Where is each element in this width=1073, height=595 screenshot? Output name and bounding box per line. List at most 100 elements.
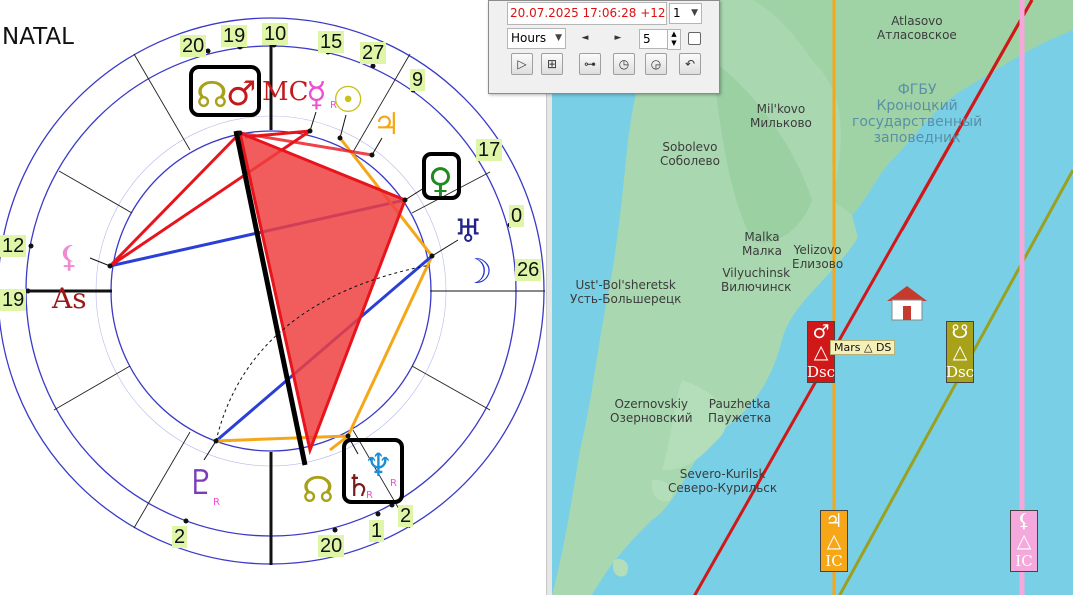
multiplier-dropdown[interactable]: 1 ▼ [669,3,702,24]
degree-label-mc-a: 10 [262,23,289,45]
place-name: Ust'-Bol'sheretsk [575,278,676,292]
degree-label-d12: 12 [0,235,27,257]
place-atlasovo[interactable]: Atlasovo Атласовское [877,14,957,42]
pluto-glyph[interactable]: ♇ [186,463,216,503]
degree-label-d17: 17 [476,139,503,161]
mars-glyph[interactable]: ♂ [226,74,256,114]
unit-value: Hours [511,31,547,45]
degree-label-d15: 15 [318,31,345,53]
natal-chart-pane: ☊ ♂ MC ☿ R ☉ ♃ ♀ ♅ ☽ ⚸ As ♇ R ☊ ♄ R ♆ R … [0,0,546,595]
line-tag-lilith-ic[interactable]: ⚸ △ IC [1010,510,1038,572]
line-tag-planet: ♃ [825,510,843,532]
degree-label-d26: 26 [515,259,542,281]
place-yelizovo[interactable]: Yelizovo Елизово [792,243,843,271]
clock-button[interactable]: ◷ [613,53,635,75]
line-tag-planet: ☋ [951,321,969,343]
mercury-glyph[interactable]: ☿ [306,75,327,115]
place-name-ru: Соболево [660,154,720,168]
aspect-triangle [237,130,407,456]
pin-button[interactable]: ⊞ [541,53,563,75]
place-pauzhetka[interactable]: Pauzhetka Паужетка [708,397,771,425]
place-name: Malka [744,230,780,244]
line-tag-jupiter-ic[interactable]: ♃ △ IC [820,510,848,572]
jupiter-glyph[interactable]: ♃ [373,107,400,142]
place-name-ru: Паужетка [708,411,772,425]
degree-label-d9: 9 [410,69,426,91]
north-node-glyph[interactable]: ☊ [196,75,228,116]
kuril-island-2 [612,559,629,577]
degree-label-d1: 1 [369,520,385,542]
degree-label-d19-top: 19 [221,25,248,47]
play-button[interactable]: ▷ [511,53,533,75]
line-tag-angle: Dsc [945,363,975,381]
place-severo-kurilsk[interactable]: Severo-Kurilsk Северо-Курильск [668,467,777,495]
place-name: Severo-Kurilsk [679,467,766,481]
line-tag-planet: ♂ [812,321,830,343]
place-milkovo[interactable]: Mil'kovo Мильково [750,102,812,130]
datetime-field[interactable]: 20.07.2025 17:06:28 +12 [507,2,667,25]
clock-icon: ◷ [618,57,630,71]
step-spinner[interactable]: ▲ ▼ [667,29,681,50]
line-tag-node-dsc[interactable]: ☋ △ Dsc [946,321,974,383]
place-name: Vilyuchinsk [722,266,791,280]
place-name-ru: Усть-Большерецк [570,292,682,306]
place-name: Yelizovo [793,243,842,257]
degree-label-d19-asc: 19 [0,289,27,311]
place-malka[interactable]: Malka Малка [742,230,782,258]
place-name-ru: Атласовское [877,28,957,42]
chevron-down-icon: ▼ [691,8,698,18]
degree-label-d2-right: 2 [398,505,414,527]
asc-glyph[interactable]: As [51,282,87,315]
south-node-glyph[interactable]: ☊ [302,470,334,511]
place-name-ru: Вилючинск [721,280,792,294]
link-button[interactable]: ⊶ [579,53,601,75]
place-name: Sobolevo [662,140,718,154]
step-back-button[interactable]: ◄ [575,28,595,48]
line-tag-angle: IC [1015,552,1033,570]
neptune-glyph[interactable]: ♆ [364,446,393,484]
clock-reset-icon: ◶ [650,57,662,71]
pluto-retro: R [213,497,220,508]
venus-glyph[interactable]: ♀ [428,161,453,201]
place-name-ru: Елизово [792,257,844,271]
degree-label-d2-low: 2 [172,526,188,548]
line-tag-planet: ⚸ [1017,510,1031,532]
auto-checkbox[interactable] [688,32,701,45]
mars-dsc-tooltip: Mars △ DS [830,340,896,355]
line-tag-angle: Dsc [806,363,836,381]
neptune-retro: R [390,478,397,489]
place-sobolevo[interactable]: Sobolevo Соболево [660,140,720,168]
line-tag-aspect: △ [1016,530,1032,552]
place-ozernovsky[interactable]: Ozernovskiy Озерновский [610,397,693,425]
place-ust-bolsheretsk[interactable]: Ust'-Bol'sheretsk Усть-Большерецк [570,278,681,306]
time-control-panel: 20.07.2025 17:06:28 +12 1 ▼ Hours ▼ ◄ ► … [488,0,720,94]
chevron-down-icon: ▼ [555,33,562,43]
place-vilyuchinsk[interactable]: Vilyuchinsk Вилючинск [721,266,791,294]
line-tag-aspect: △ [813,341,829,363]
line-tag-aspect: △ [952,341,968,363]
lilith-glyph[interactable]: ⚸ [58,240,80,275]
step-input[interactable]: 5 [639,29,670,49]
step-forward-button[interactable]: ► [608,28,628,48]
saturn-retro: R [366,490,373,501]
place-name-ru: Мильково [750,116,812,130]
place-name: Ozernovskiy [614,397,689,411]
place-name: Pauzhetka [708,397,771,411]
undo-button[interactable]: ↶ [679,53,701,75]
degree-label-d0: 0 [509,205,525,227]
multiplier-value: 1 [673,6,681,20]
moon-glyph[interactable]: ☽ [462,252,492,292]
clock-reset-button[interactable]: ◶ [645,53,667,75]
play-icon: ▷ [517,57,527,71]
natal-chart-wheel[interactable]: ☊ ♂ MC ☿ R ☉ ♃ ♀ ♅ ☽ ⚸ As ♇ R ☊ ♄ R ♆ R [0,0,546,595]
degree-label-d27: 27 [360,42,387,64]
place-name-ru: Озерновский [610,411,693,425]
unit-dropdown[interactable]: Hours ▼ [507,28,566,49]
place-name-ru: Малка [742,244,782,258]
map-pin-icon: ⊞ [546,57,558,71]
place-name: Mil'kovo [756,102,806,116]
uranus-glyph[interactable]: ♅ [454,212,483,250]
sun-glyph[interactable]: ☉ [332,80,364,121]
link-icon: ⊶ [584,57,596,71]
mc-glyph[interactable]: MC [262,77,309,107]
